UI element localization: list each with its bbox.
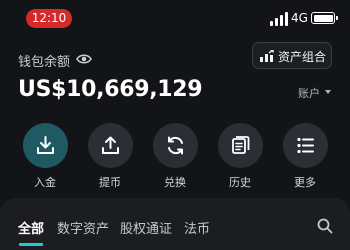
tab-fiat[interactable]: 法币: [184, 218, 210, 237]
more-button[interactable]: 更多: [282, 123, 328, 190]
active-tab-indicator: [19, 243, 43, 246]
history-label: 历史: [229, 176, 251, 189]
status-bar: 12:10 4G: [0, 0, 350, 36]
deposit-button[interactable]: 入金: [22, 123, 68, 190]
account-selector[interactable]: 账户: [298, 85, 320, 101]
network-type: 4G: [291, 11, 308, 25]
exchange-label: 兑换: [164, 176, 186, 189]
history-icon: [231, 136, 249, 154]
battery-icon: [311, 12, 338, 24]
history-button[interactable]: 历史: [217, 123, 263, 190]
asset-panel: [0, 198, 350, 250]
exchange-button[interactable]: 兑换: [152, 123, 198, 190]
wallet-balance-label: 钱包余额: [18, 55, 71, 70]
deposit-label: 入金: [34, 176, 56, 189]
chevron-down-icon[interactable]: [325, 90, 331, 94]
tab-all[interactable]: 全部: [18, 218, 44, 237]
withdraw-button[interactable]: 提币: [87, 123, 133, 190]
portfolio-button-label: 资产组合: [278, 50, 327, 64]
tab-digital-assets[interactable]: 数字资产: [57, 218, 109, 237]
exchange-icon: [167, 136, 183, 155]
deposit-icon: [36, 136, 54, 154]
search-icon[interactable]: [317, 218, 333, 234]
more-label: 更多: [294, 176, 316, 189]
eye-icon[interactable]: [76, 53, 92, 65]
status-time: 12:10: [26, 9, 72, 28]
withdraw-icon: [101, 136, 119, 154]
wallet-balance-value: US$10,669,129: [18, 77, 203, 102]
tab-equity-tokens[interactable]: 股权通证: [120, 218, 172, 237]
portfolio-button[interactable]: 资产组合: [252, 42, 332, 69]
bar-chart-icon: [260, 50, 274, 62]
withdraw-label: 提币: [99, 176, 121, 189]
signal-icon: [270, 12, 288, 26]
more-icon: [296, 137, 314, 154]
